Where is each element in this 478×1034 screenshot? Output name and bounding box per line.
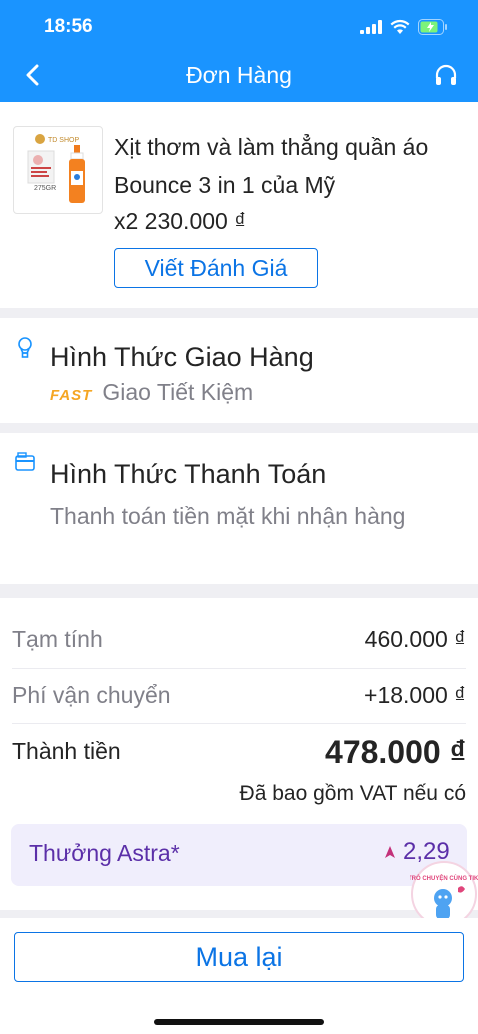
payment-icon (15, 452, 35, 471)
home-indicator (154, 1019, 324, 1025)
wifi-icon (390, 19, 410, 34)
bottom-action-bar: Mua lại (0, 918, 478, 1034)
status-time: 18:56 (44, 16, 93, 37)
shipping-card: Hình Thức Giao Hàng FAST Giao Tiết Kiệm (0, 318, 478, 423)
fast-badge: FAST (50, 387, 93, 404)
product-quantity-price: x2 230.000 ₫ (114, 208, 247, 234)
top-header: 18:56 Đơn Hàng (0, 0, 478, 102)
headset-icon (435, 64, 457, 85)
product-image: TD SHOP 275GR (27, 134, 85, 203)
astra-icon (385, 846, 395, 858)
page-title: Đơn Hàng (186, 62, 292, 88)
subtotal-label: Tạm tính (12, 625, 103, 652)
product-thumbnail[interactable]: TD SHOP 275GR (13, 126, 103, 214)
rebuy-button[interactable]: Mua lại (14, 932, 464, 982)
shipping-fee-value: +18.000 ₫ (364, 681, 466, 708)
signal-icon (360, 20, 382, 34)
product-name[interactable]: Xịt thơm và làm thẳng quần áo Bounce 3 i… (114, 128, 464, 204)
support-button[interactable] (432, 62, 460, 90)
shipping-fee-label: Phí vận chuyển (12, 681, 171, 708)
shipping-fee-row: Phí vận chuyển +18.000 ₫ (12, 668, 466, 722)
total-value: 478.000 ₫ (325, 734, 466, 770)
subtotal-row: Tạm tính 460.000 ₫ (12, 612, 466, 666)
astra-reward-box[interactable]: Thưởng Astra* 2,29 (11, 824, 467, 886)
svg-text:275GR: 275GR (34, 185, 56, 192)
vat-note: Đã bao gồm VAT nếu có (239, 782, 466, 805)
subtotal-value: 460.000 ₫ (364, 625, 466, 652)
divider (12, 723, 466, 724)
write-review-button[interactable]: Viết Đánh Giá (114, 248, 318, 288)
payment-card: Hình Thức Thanh Toán Thanh toán tiền mặt… (0, 433, 478, 584)
balloon-icon (18, 337, 32, 358)
battery-icon (418, 19, 447, 35)
status-icons (360, 16, 448, 38)
payment-method: Thanh toán tiền mặt khi nhận hàng (50, 503, 406, 529)
shipping-method: FAST Giao Tiết Kiệm (50, 374, 253, 414)
svg-text:TRÒ CHUYỆN CÙNG TIKI: TRÒ CHUYỆN CÙNG TIKI (410, 874, 478, 882)
product-card: TD SHOP 275GR Xịt thơm và làm thẳng quần… (0, 102, 478, 308)
shipping-title: Hình Thức Giao Hàng (50, 342, 314, 372)
total-label: Thành tiền (12, 738, 121, 764)
payment-title: Hình Thức Thanh Toán (50, 459, 327, 489)
shipping-method-text: Giao Tiết Kiệm (102, 379, 254, 405)
svg-text:TD SHOP: TD SHOP (48, 137, 79, 144)
order-summary-card: Tạm tính 460.000 ₫ Phí vận chuyển +18.00… (0, 598, 478, 910)
astra-reward-label: Thưởng Astra* (29, 840, 180, 866)
